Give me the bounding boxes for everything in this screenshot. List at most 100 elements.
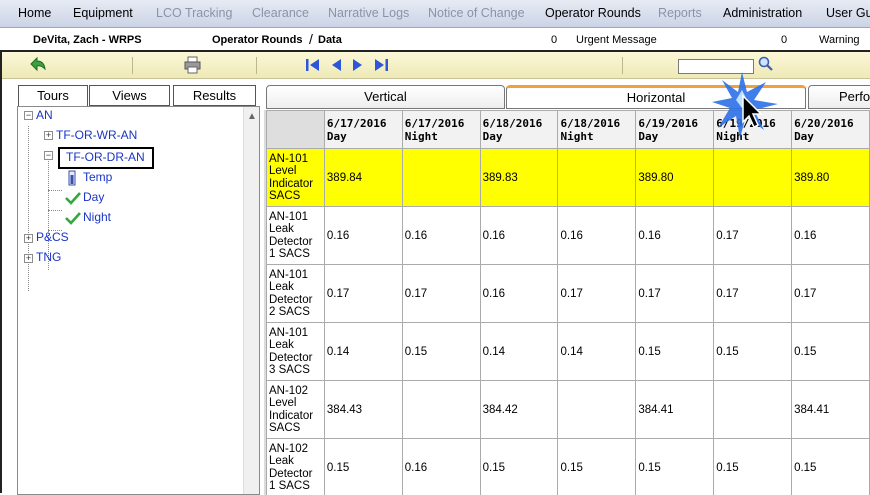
reading-cell[interactable]: 389.83: [480, 149, 558, 207]
column-header[interactable]: 6/18/2016Day: [480, 111, 558, 149]
expand-icon[interactable]: +: [24, 234, 33, 243]
collapse-icon[interactable]: −: [44, 151, 53, 160]
checkmark-icon: [65, 211, 81, 228]
reading-cell[interactable]: 0.14: [324, 323, 402, 381]
table-row[interactable]: AN-101 Leak Detector 1 SACS0.160.160.160…: [267, 207, 870, 265]
reading-cell[interactable]: [558, 149, 636, 207]
reading-cell[interactable]: 0.15: [324, 439, 402, 495]
column-header[interactable]: 6/17/2016Day: [324, 111, 402, 149]
column-header[interactable]: 6/19/2016Day: [636, 111, 714, 149]
reading-cell[interactable]: 0.15: [636, 439, 714, 495]
column-shift: Night: [560, 130, 633, 143]
reading-cell[interactable]: 0.17: [402, 265, 480, 323]
menu-user-guide[interactable]: User Gui: [826, 6, 870, 20]
tree-node-temp[interactable]: Temp: [83, 170, 112, 184]
table-row[interactable]: AN-101 Leak Detector 3 SACS0.140.150.140…: [267, 323, 870, 381]
reading-cell[interactable]: 0.17: [714, 207, 792, 265]
reading-cell[interactable]: 0.17: [792, 265, 870, 323]
collapse-icon[interactable]: −: [24, 111, 33, 120]
tree-node-night[interactable]: Night: [83, 210, 111, 224]
column-date: 6/17/2016: [405, 117, 478, 130]
expand-icon[interactable]: +: [44, 131, 53, 140]
column-header[interactable]: 6/17/2016Night: [402, 111, 480, 149]
reading-cell[interactable]: 0.17: [324, 265, 402, 323]
column-header[interactable]: 6/18/2016Night: [558, 111, 636, 149]
table-row[interactable]: AN-102 Level Indicator SACS384.43384.423…: [267, 381, 870, 439]
reading-cell[interactable]: 0.16: [636, 207, 714, 265]
reading-cell[interactable]: 0.15: [636, 323, 714, 381]
reading-cell[interactable]: 0.16: [480, 207, 558, 265]
reading-cell[interactable]: 0.14: [480, 323, 558, 381]
tab-performance[interactable]: Perfo: [808, 85, 870, 109]
reading-cell[interactable]: 0.16: [792, 207, 870, 265]
tab-results[interactable]: Results: [173, 85, 256, 106]
row-label: AN-101 Leak Detector 3 SACS: [267, 323, 325, 381]
reading-cell[interactable]: 0.15: [714, 323, 792, 381]
reading-cell[interactable]: 0.17: [636, 265, 714, 323]
reading-cell[interactable]: 0.16: [558, 207, 636, 265]
row-label: AN-101 Leak Detector 2 SACS: [267, 265, 325, 323]
column-header[interactable]: 6/20/2016Day: [792, 111, 870, 149]
tree-node-an[interactable]: AN: [36, 108, 53, 122]
reading-cell[interactable]: [714, 149, 792, 207]
reading-cell[interactable]: 0.15: [558, 439, 636, 495]
reading-cell[interactable]: 0.16: [402, 207, 480, 265]
table-row[interactable]: AN-101 Leak Detector 2 SACS0.170.170.160…: [267, 265, 870, 323]
reading-cell[interactable]: 0.15: [714, 439, 792, 495]
reading-cell[interactable]: 0.15: [792, 323, 870, 381]
tab-tours[interactable]: Tours: [18, 85, 88, 107]
tab-views[interactable]: Views: [89, 85, 170, 106]
menu-operator-rounds[interactable]: Operator Rounds: [545, 6, 641, 20]
urgent-message-label[interactable]: Urgent Message: [576, 34, 657, 46]
reading-cell[interactable]: 0.15: [402, 323, 480, 381]
menu-narrative-logs: Narrative Logs: [328, 6, 409, 20]
warning-label[interactable]: Warning: [819, 34, 860, 46]
reading-cell[interactable]: 389.80: [792, 149, 870, 207]
reading-cell[interactable]: [402, 149, 480, 207]
reading-cell[interactable]: 0.15: [480, 439, 558, 495]
reading-cell[interactable]: 0.15: [792, 439, 870, 495]
section-name: Data: [318, 34, 342, 46]
first-record-icon[interactable]: [303, 55, 323, 75]
tree-node-tf-or-wr-an[interactable]: TF-OR-WR-AN: [56, 128, 137, 142]
tree-line: [48, 190, 62, 191]
tree-scrollbar[interactable]: ▲: [243, 107, 259, 494]
reading-cell[interactable]: 384.42: [480, 381, 558, 439]
next-record-icon[interactable]: [348, 55, 368, 75]
tree-node-tng[interactable]: TNG: [36, 250, 61, 264]
tree-node-pcs[interactable]: P&CS: [36, 230, 69, 244]
tree-node-day[interactable]: Day: [83, 190, 104, 204]
reading-cell[interactable]: 384.41: [792, 381, 870, 439]
reading-cell[interactable]: 0.16: [480, 265, 558, 323]
reading-cell[interactable]: 0.16: [324, 207, 402, 265]
reading-cell[interactable]: 389.84: [324, 149, 402, 207]
reading-cell[interactable]: 384.43: [324, 381, 402, 439]
checkmark-icon: [65, 191, 81, 208]
last-record-icon[interactable]: [371, 55, 391, 75]
expand-icon[interactable]: +: [24, 254, 33, 263]
scroll-up-arrow-icon[interactable]: ▲: [247, 111, 257, 122]
menu-home[interactable]: Home: [18, 6, 51, 20]
table-row[interactable]: AN-101 Level Indicator SACS389.84 389.83 3…: [267, 149, 870, 207]
tree-node-tf-or-dr-an[interactable]: TF-OR-DR-AN: [66, 150, 145, 164]
tree-line: [28, 126, 29, 291]
menu-equipment[interactable]: Equipment: [73, 6, 133, 20]
menu-administration[interactable]: Administration: [723, 6, 802, 20]
row-label: AN-101 Leak Detector 1 SACS: [267, 207, 325, 265]
tree-panel: Tours Views Results ▲ − AN + TF-OR-WR-AN…: [15, 82, 260, 495]
reading-cell[interactable]: 384.41: [636, 381, 714, 439]
back-arrow-icon[interactable]: [28, 55, 48, 75]
print-icon[interactable]: [183, 55, 203, 75]
reading-cell[interactable]: [558, 381, 636, 439]
table-row[interactable]: AN-102 Leak Detector 1 SACS0.150.160.150…: [267, 439, 870, 495]
reading-cell[interactable]: [402, 381, 480, 439]
reading-cell[interactable]: [714, 381, 792, 439]
reading-cell[interactable]: 0.14: [558, 323, 636, 381]
reading-cell[interactable]: 389.80: [636, 149, 714, 207]
previous-record-icon[interactable]: [326, 55, 346, 75]
row-label: AN-101 Level Indicator SACS: [267, 149, 325, 207]
reading-cell[interactable]: 0.17: [558, 265, 636, 323]
reading-cell[interactable]: 0.16: [402, 439, 480, 495]
reading-cell[interactable]: 0.17: [714, 265, 792, 323]
tab-vertical[interactable]: Vertical: [266, 85, 505, 109]
